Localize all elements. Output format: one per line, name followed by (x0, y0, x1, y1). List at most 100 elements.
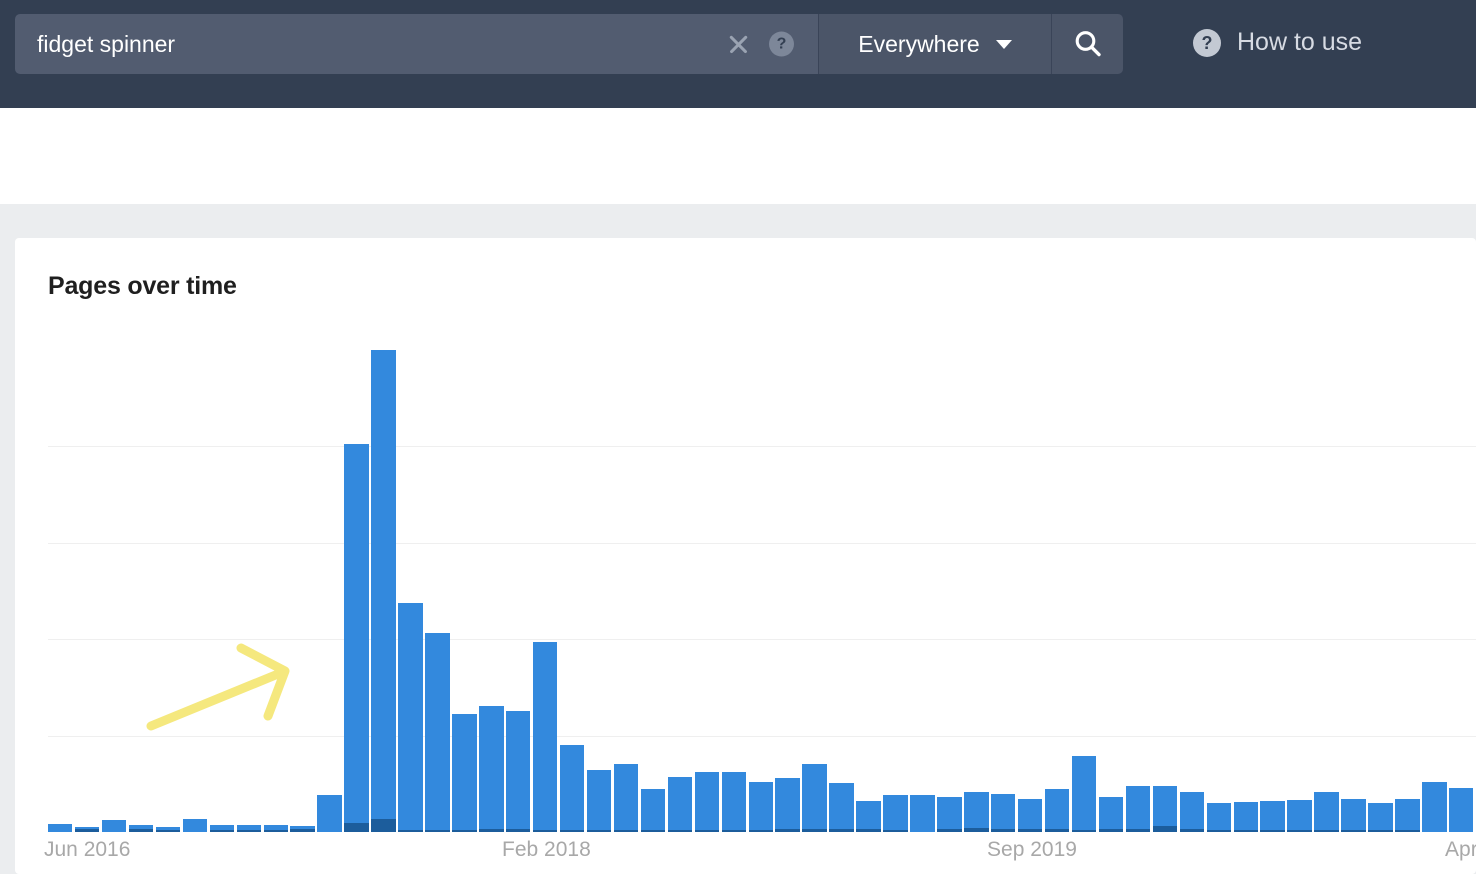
chart-bar[interactable] (1234, 802, 1258, 832)
chart-bar[interactable] (506, 711, 530, 832)
chart-bar[interactable] (371, 350, 395, 832)
chart-bar[interactable] (829, 783, 853, 832)
search-button[interactable] (1051, 14, 1123, 74)
chart-bar-broken-segment (668, 830, 692, 832)
chart-bar[interactable] (48, 824, 72, 832)
chart-bar-broken-segment (1153, 826, 1177, 832)
chart-bar[interactable] (1287, 800, 1311, 832)
chart-bar[interactable] (1341, 799, 1365, 832)
chart-bar[interactable] (1099, 797, 1123, 832)
chart-bar[interactable] (1153, 786, 1177, 832)
chart-bar-broken-segment (856, 829, 880, 832)
chart-bar[interactable] (883, 795, 907, 832)
chart-bar-broken-segment (1395, 830, 1419, 832)
chart-bar-broken-segment (883, 830, 907, 832)
chart-bar[interactable] (668, 777, 692, 832)
question-mark-icon[interactable]: ? (769, 32, 794, 57)
chart-bar-broken-segment (560, 830, 584, 832)
chart-bar[interactable] (587, 770, 611, 832)
x-axis-tick-label: Sep 2019 (987, 838, 1077, 862)
chart-bar[interactable] (1018, 799, 1042, 832)
chart-bar[interactable] (156, 827, 180, 832)
chart-bar[interactable] (695, 772, 719, 832)
chart-bar-broken-segment (991, 829, 1015, 832)
chart-bar-broken-segment (344, 823, 368, 832)
chart-bar[interactable] (641, 789, 665, 832)
chart-bar[interactable] (290, 826, 314, 832)
chart-bar[interactable] (1314, 792, 1338, 832)
chart-bar[interactable] (614, 764, 638, 832)
chart-bar[interactable] (183, 819, 207, 832)
chart-bar[interactable] (75, 827, 99, 832)
chart-bar[interactable] (317, 795, 341, 832)
chart-bar[interactable] (1422, 782, 1446, 832)
chart-bar[interactable] (1449, 788, 1473, 832)
chart-bar-broken-segment (1018, 829, 1042, 832)
x-axis-tick-label: Feb 2018 (502, 838, 591, 862)
chart-bar-broken-segment (156, 830, 180, 832)
chart-bar[interactable] (560, 745, 584, 832)
chart-bar-broken-segment (1099, 829, 1123, 832)
top-search-bar: ? Everywhere ? How to use (0, 0, 1476, 108)
chart-bar[interactable] (775, 778, 799, 832)
how-to-use-link[interactable]: ? How to use (1193, 28, 1362, 57)
chart-bar[interactable] (749, 782, 773, 832)
search-input[interactable] (15, 15, 695, 73)
chart-bar[interactable] (210, 825, 234, 832)
chart-bars (48, 350, 1476, 832)
chart-bar[interactable] (452, 714, 476, 832)
chart-bar-broken-segment (75, 829, 99, 832)
chart-bar[interactable] (1045, 789, 1069, 832)
chart-bar-broken-segment (964, 828, 988, 832)
chart-bar[interactable] (533, 642, 557, 832)
chart-bar[interactable] (1207, 803, 1231, 832)
close-icon[interactable] (726, 32, 750, 56)
chart-bar-broken-segment (614, 830, 638, 832)
chart-bar[interactable] (102, 820, 126, 832)
chart-bar[interactable] (856, 801, 880, 832)
chart-bar[interactable] (1180, 792, 1204, 832)
chart-bar-broken-segment (1234, 830, 1258, 832)
chart-bar[interactable] (937, 797, 961, 832)
chart-bar[interactable] (991, 794, 1015, 832)
chart-bar[interactable] (802, 764, 826, 832)
chart-bar[interactable] (398, 603, 422, 832)
chart-bar[interactable] (129, 825, 153, 832)
content-gutter (0, 204, 1476, 238)
chart-bar-broken-segment (479, 829, 503, 832)
chart-bar[interactable] (1126, 786, 1150, 832)
chart-bar-broken-segment (1341, 830, 1365, 832)
chart-bar-broken-segment (641, 830, 665, 832)
chart-bar[interactable] (1072, 756, 1096, 832)
chart-bar[interactable] (1260, 801, 1284, 832)
chart-bar-broken-segment (1180, 829, 1204, 832)
chart-bar-broken-segment (290, 829, 314, 832)
chart-bar[interactable] (1368, 803, 1392, 832)
chart-bar[interactable] (237, 825, 261, 832)
chart-bar-broken-segment (1126, 829, 1150, 832)
chart-bar-broken-segment (775, 829, 799, 832)
chart-bar[interactable] (1395, 799, 1419, 832)
chart-bar-broken-segment (425, 830, 449, 832)
how-to-use-label: How to use (1237, 28, 1362, 57)
chart-bar[interactable] (344, 444, 368, 832)
chart-bar[interactable] (722, 772, 746, 832)
x-axis-tick-label: Apr 2021 (1445, 838, 1476, 862)
chart-bar-broken-segment (587, 830, 611, 832)
chart-bar-broken-segment (506, 829, 530, 832)
chart-bar-broken-segment (210, 830, 234, 832)
chart-bar[interactable] (910, 795, 934, 832)
question-mark-icon: ? (1193, 29, 1221, 57)
scope-dropdown[interactable]: Everywhere (818, 14, 1051, 74)
chart-bar-broken-segment (1045, 829, 1069, 832)
scope-dropdown-label: Everywhere (858, 31, 979, 58)
chart-bar-broken-segment (264, 830, 288, 832)
chart-bar[interactable] (479, 706, 503, 832)
chart-bar-broken-segment (1260, 830, 1284, 832)
chart-bar-broken-segment (802, 829, 826, 832)
chart-bar[interactable] (964, 792, 988, 832)
chart-bar[interactable] (425, 633, 449, 832)
chart-bar-broken-segment (829, 829, 853, 832)
pages-over-time-card: Pages over time Jun 2016Feb 2018Sep 2019… (15, 238, 1476, 874)
chart-bar[interactable] (264, 825, 288, 832)
